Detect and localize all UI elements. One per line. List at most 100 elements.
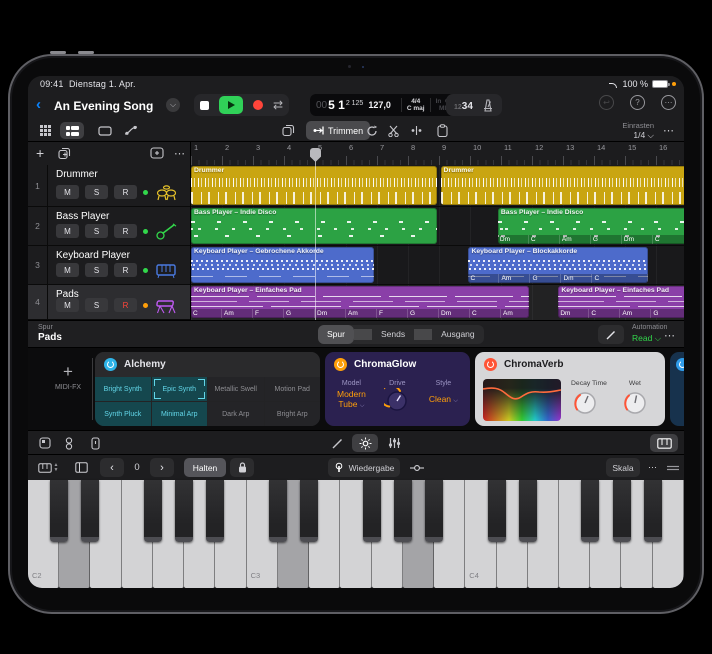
paste-clipboard-icon[interactable] xyxy=(432,122,452,139)
bar-ruler[interactable]: 1234567891011121314151617 xyxy=(190,142,684,165)
chromaverb-plugin-card[interactable]: ChromaVerb Decay Time Wet xyxy=(475,352,665,426)
play-button[interactable] xyxy=(219,96,243,114)
scale-button[interactable]: Skala xyxy=(606,458,640,477)
chromaglow-power-icon[interactable] xyxy=(334,358,347,371)
marquee-tool-icon[interactable] xyxy=(94,122,116,139)
piano-black-key[interactable] xyxy=(425,480,444,542)
region[interactable]: Keyboard Player – Gebrochene Akkorde xyxy=(191,247,374,283)
piano-black-key[interactable] xyxy=(50,480,69,542)
edit-pencil-icon[interactable] xyxy=(328,434,346,452)
piano-black-key[interactable] xyxy=(518,480,537,542)
inspector-more-icon[interactable]: ⋯ xyxy=(664,329,676,342)
solo-button[interactable]: S xyxy=(85,298,108,312)
split-scissors-icon[interactable] xyxy=(384,122,404,139)
mute-button[interactable]: M xyxy=(56,263,79,277)
region[interactable]: Keyboard Player – Einfaches Pad Dm C Am G xyxy=(558,286,684,318)
chromaverb-decay-knob[interactable]: Decay Time xyxy=(571,380,607,417)
back-chevron-icon[interactable]: ‹ xyxy=(36,96,41,113)
piano-black-key[interactable] xyxy=(393,480,412,542)
more-options-icon[interactable]: ⋯ xyxy=(661,95,676,110)
alchemy-preset-minimal-arp[interactable]: Minimal Arp xyxy=(151,402,207,426)
alchemy-power-icon[interactable] xyxy=(104,358,117,371)
mod-strip-icon[interactable] xyxy=(406,458,428,477)
solo-button[interactable]: S xyxy=(85,224,108,238)
mute-button[interactable]: M xyxy=(56,298,79,312)
levels-icon[interactable] xyxy=(384,434,404,452)
alchemy-preset-bright-synth[interactable]: Bright Synth xyxy=(95,377,151,401)
song-title[interactable]: An Evening Song xyxy=(54,99,153,113)
alchemy-preset-dark-arp[interactable]: Dark Arp xyxy=(208,402,264,426)
region[interactable]: Keyboard Player – Einfaches Pad C Am F G Dm Am… xyxy=(191,286,529,318)
keyboard-type-selector[interactable]: ▲ ▼ xyxy=(34,458,62,477)
cells-view-icon[interactable] xyxy=(36,122,54,139)
chromaverb-wet-knob[interactable]: Wet xyxy=(621,380,649,417)
snap-setting[interactable]: Einrasten 1/4 ⌵ xyxy=(622,121,654,140)
help-icon[interactable]: ? xyxy=(630,95,645,110)
piano-black-key[interactable] xyxy=(81,480,100,542)
keyboard-more-icon[interactable]: ⋯ xyxy=(644,458,662,477)
midi-fx-slot[interactable]: + MIDI-FX xyxy=(46,362,90,391)
alchemy-preset-bright-arp[interactable]: Bright Arp xyxy=(264,402,320,426)
lcd-display[interactable]: 00 5 1 2 125 127,0 4/4C maj In Out MIDI xyxy=(310,94,463,116)
solo-button[interactable]: S xyxy=(85,263,108,277)
hold-button[interactable]: Halten xyxy=(184,458,226,477)
count-in-button[interactable]: 1234 xyxy=(454,96,473,114)
song-menu-chevron-icon[interactable]: ⌵ xyxy=(166,98,180,112)
next-plugin-card-partial[interactable]: C xyxy=(670,352,684,426)
mute-button[interactable]: M xyxy=(56,224,79,238)
trim-button[interactable]: Trimmen xyxy=(306,121,371,140)
automation-tool-icon[interactable] xyxy=(120,122,142,139)
alchemy-preset-metallic-swell[interactable]: Metallic Swell xyxy=(208,377,264,401)
mute-button[interactable]: M xyxy=(56,185,79,199)
piano-black-key[interactable] xyxy=(175,480,194,542)
region[interactable]: Bass Player – Indie Disco Dm C Am G Dm C xyxy=(497,208,684,244)
record-button[interactable] xyxy=(253,100,263,110)
browser-icon[interactable] xyxy=(36,434,54,452)
piano-black-key[interactable] xyxy=(362,480,381,542)
partial-plugin-power-icon[interactable] xyxy=(676,358,684,371)
alchemy-preset-epic-synth[interactable]: Epic Synth xyxy=(151,377,207,401)
add-track-button[interactable]: + xyxy=(36,145,44,161)
onscreen-piano-keyboard[interactable]: C2 C3 C4 xyxy=(28,480,684,588)
track-header-drummer[interactable]: 1 Drummer M S R xyxy=(28,165,190,207)
tab-ausgang[interactable]: Ausgang xyxy=(432,325,484,344)
details-icon[interactable] xyxy=(86,434,104,452)
piano-black-key[interactable] xyxy=(300,480,319,542)
record-button[interactable]: R xyxy=(114,263,137,277)
loop-icon[interactable] xyxy=(362,122,382,139)
keyboard-toggle-icon[interactable] xyxy=(650,434,678,452)
automation-pencil-button[interactable] xyxy=(598,325,624,344)
octave-down-button[interactable]: ‹ xyxy=(100,458,124,477)
record-button[interactable]: R xyxy=(114,298,137,312)
piano-black-key[interactable] xyxy=(206,480,225,542)
velocity-brightness-icon[interactable] xyxy=(352,434,378,452)
chromaglow-style-control[interactable]: Style Clean ⌵ xyxy=(429,379,458,414)
track-header-pads[interactable]: 4 Pads M S R xyxy=(28,285,190,320)
automation-mode[interactable]: Automation Read ⌵ xyxy=(632,324,667,343)
metronome-icon[interactable] xyxy=(482,98,494,112)
plugins-icon[interactable] xyxy=(60,434,78,452)
track-header-more-icon[interactable]: ⋯ xyxy=(174,147,186,160)
region[interactable]: Drummer xyxy=(440,166,684,205)
region[interactable]: Keyboard Player – Blockakkorde C Am G Dm C xyxy=(468,247,649,283)
cycle-icon[interactable]: ⇄ xyxy=(273,99,283,111)
copy-icon[interactable] xyxy=(278,122,298,139)
track-header-keyboard-player[interactable]: 3 Keyboard Player M S R xyxy=(28,246,190,285)
piano-black-key[interactable] xyxy=(581,480,600,542)
alchemy-preset-motion-pad[interactable]: Motion Pad xyxy=(264,377,320,401)
record-button[interactable]: R xyxy=(114,224,137,238)
redo-icon[interactable]: ↩ xyxy=(599,95,614,110)
octave-up-button[interactable]: › xyxy=(150,458,174,477)
piano-black-key[interactable] xyxy=(143,480,162,542)
tab-spur[interactable]: Spur xyxy=(318,325,354,344)
add-region-icon[interactable] xyxy=(150,147,164,159)
solo-button[interactable]: S xyxy=(85,185,108,199)
duplicate-track-icon[interactable] xyxy=(58,147,71,160)
play-surface-mode-button[interactable]: Wiedergabe xyxy=(328,458,400,477)
track-header-bass-player[interactable]: 2 Bass Player M S R xyxy=(28,207,190,246)
drag-handle-icon[interactable] xyxy=(664,458,682,477)
alchemy-plugin-card[interactable]: Alchemy Bright Synth Epic Synth Metallic S… xyxy=(95,352,320,426)
record-button[interactable]: R xyxy=(114,185,137,199)
tracks-view-icon[interactable] xyxy=(60,122,84,139)
piano-black-key[interactable] xyxy=(643,480,662,542)
